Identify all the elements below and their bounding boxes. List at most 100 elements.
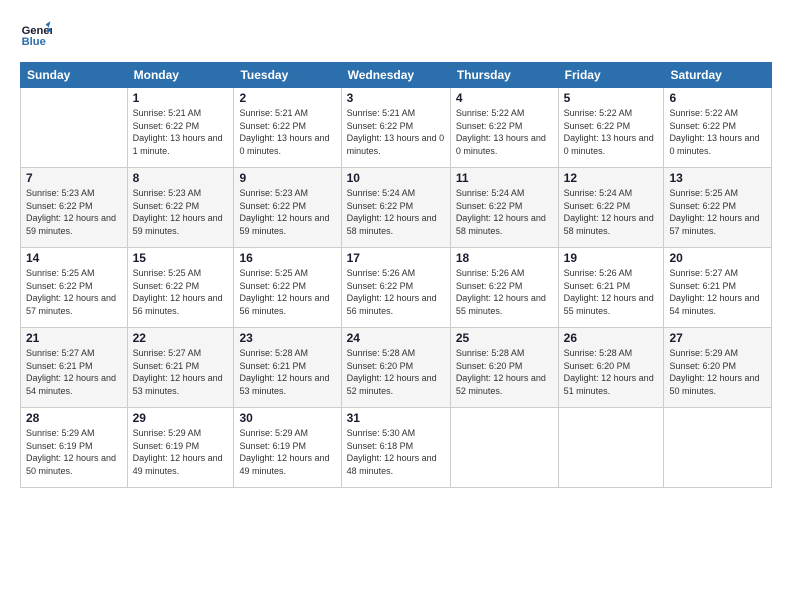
day-number: 20	[669, 251, 766, 265]
weekday-header-sunday: Sunday	[21, 63, 128, 88]
day-cell: 26 Sunrise: 5:28 AMSunset: 6:20 PMDayligh…	[558, 328, 664, 408]
day-cell	[664, 408, 772, 488]
day-number: 8	[133, 171, 229, 185]
day-info: Sunrise: 5:27 AMSunset: 6:21 PMDaylight:…	[133, 347, 229, 397]
day-cell: 24 Sunrise: 5:28 AMSunset: 6:20 PMDayligh…	[341, 328, 450, 408]
day-number: 11	[456, 171, 553, 185]
day-info: Sunrise: 5:29 AMSunset: 6:20 PMDaylight:…	[669, 347, 766, 397]
day-number: 6	[669, 91, 766, 105]
day-number: 7	[26, 171, 122, 185]
day-cell: 11 Sunrise: 5:24 AMSunset: 6:22 PMDayligh…	[450, 168, 558, 248]
day-info: Sunrise: 5:25 AMSunset: 6:22 PMDaylight:…	[669, 187, 766, 237]
day-info: Sunrise: 5:26 AMSunset: 6:22 PMDaylight:…	[456, 267, 553, 317]
day-cell: 29 Sunrise: 5:29 AMSunset: 6:19 PMDayligh…	[127, 408, 234, 488]
week-row-2: 14 Sunrise: 5:25 AMSunset: 6:22 PMDayligh…	[21, 248, 772, 328]
logo: General Blue	[20, 18, 56, 50]
day-info: Sunrise: 5:21 AMSunset: 6:22 PMDaylight:…	[239, 107, 335, 157]
day-cell: 22 Sunrise: 5:27 AMSunset: 6:21 PMDayligh…	[127, 328, 234, 408]
day-number: 31	[347, 411, 445, 425]
week-row-3: 21 Sunrise: 5:27 AMSunset: 6:21 PMDayligh…	[21, 328, 772, 408]
day-number: 9	[239, 171, 335, 185]
day-cell: 16 Sunrise: 5:25 AMSunset: 6:22 PMDayligh…	[234, 248, 341, 328]
day-cell: 27 Sunrise: 5:29 AMSunset: 6:20 PMDayligh…	[664, 328, 772, 408]
day-number: 12	[564, 171, 659, 185]
day-cell: 23Sunrise: 5:28 AMSunset: 6:21 PMDayligh…	[234, 328, 341, 408]
day-number: 28	[26, 411, 122, 425]
calendar-table: SundayMondayTuesdayWednesdayThursdayFrid…	[20, 62, 772, 488]
day-info: Sunrise: 5:28 AMSunset: 6:20 PMDaylight:…	[456, 347, 553, 397]
day-cell	[21, 88, 128, 168]
day-cell	[558, 408, 664, 488]
day-cell: 14 Sunrise: 5:25 AMSunset: 6:22 PMDayligh…	[21, 248, 128, 328]
day-number: 16	[239, 251, 335, 265]
svg-text:Blue: Blue	[22, 36, 46, 48]
day-number: 18	[456, 251, 553, 265]
day-number: 24	[347, 331, 445, 345]
day-number: 10	[347, 171, 445, 185]
day-cell: 10 Sunrise: 5:24 AMSunset: 6:22 PMDayligh…	[341, 168, 450, 248]
day-number: 29	[133, 411, 229, 425]
day-info: Sunrise: 5:26 AMSunset: 6:21 PMDaylight:…	[564, 267, 659, 317]
day-cell: 15 Sunrise: 5:25 AMSunset: 6:22 PMDayligh…	[127, 248, 234, 328]
day-number: 21	[26, 331, 122, 345]
day-cell: 20 Sunrise: 5:27 AMSunset: 6:21 PMDayligh…	[664, 248, 772, 328]
day-info: Sunrise: 5:21 AMSunset: 6:22 PMDaylight:…	[133, 107, 229, 157]
day-cell: 31Sunrise: 5:30 AMSunset: 6:18 PMDayligh…	[341, 408, 450, 488]
day-cell: 13 Sunrise: 5:25 AMSunset: 6:22 PMDayligh…	[664, 168, 772, 248]
day-info: Sunrise: 5:28 AMSunset: 6:20 PMDaylight:…	[564, 347, 659, 397]
header: General Blue	[20, 18, 772, 50]
weekday-header-friday: Friday	[558, 63, 664, 88]
day-number: 5	[564, 91, 659, 105]
weekday-header-monday: Monday	[127, 63, 234, 88]
day-info: Sunrise: 5:27 AMSunset: 6:21 PMDaylight:…	[669, 267, 766, 317]
day-info: Sunrise: 5:25 AMSunset: 6:22 PMDaylight:…	[239, 267, 335, 317]
day-info: Sunrise: 5:25 AMSunset: 6:22 PMDaylight:…	[133, 267, 229, 317]
day-info: Sunrise: 5:27 AMSunset: 6:21 PMDaylight:…	[26, 347, 122, 397]
day-number: 22	[133, 331, 229, 345]
day-info: Sunrise: 5:26 AMSunset: 6:22 PMDaylight:…	[347, 267, 445, 317]
day-number: 3	[347, 91, 445, 105]
day-cell: 28 Sunrise: 5:29 AMSunset: 6:19 PMDayligh…	[21, 408, 128, 488]
day-number: 27	[669, 331, 766, 345]
week-row-1: 7 Sunrise: 5:23 AMSunset: 6:22 PMDaylight…	[21, 168, 772, 248]
day-number: 4	[456, 91, 553, 105]
weekday-header-saturday: Saturday	[664, 63, 772, 88]
day-cell: 7Sunrise: 5:23 AMSunset: 6:22 PMDaylight…	[21, 168, 128, 248]
week-row-4: 28 Sunrise: 5:29 AMSunset: 6:19 PMDayligh…	[21, 408, 772, 488]
day-cell: 21 Sunrise: 5:27 AMSunset: 6:21 PMDayligh…	[21, 328, 128, 408]
day-cell: 4 Sunrise: 5:22 AMSunset: 6:22 PMDaylight…	[450, 88, 558, 168]
day-cell: 25 Sunrise: 5:28 AMSunset: 6:20 PMDayligh…	[450, 328, 558, 408]
day-info: Sunrise: 5:29 AMSunset: 6:19 PMDaylight:…	[239, 427, 335, 477]
day-info: Sunrise: 5:22 AMSunset: 6:22 PMDaylight:…	[564, 107, 659, 157]
day-number: 30	[239, 411, 335, 425]
day-number: 2	[239, 91, 335, 105]
day-info: Sunrise: 5:28 AMSunset: 6:21 PMDaylight:…	[239, 347, 335, 397]
day-info: Sunrise: 5:28 AMSunset: 6:20 PMDaylight:…	[347, 347, 445, 397]
day-info: Sunrise: 5:25 AMSunset: 6:22 PMDaylight:…	[26, 267, 122, 317]
day-cell: 19 Sunrise: 5:26 AMSunset: 6:21 PMDayligh…	[558, 248, 664, 328]
day-cell	[450, 408, 558, 488]
day-info: Sunrise: 5:23 AMSunset: 6:22 PMDaylight:…	[133, 187, 229, 237]
day-info: Sunrise: 5:22 AMSunset: 6:22 PMDaylight:…	[456, 107, 553, 157]
day-cell: 1 Sunrise: 5:21 AMSunset: 6:22 PMDaylight…	[127, 88, 234, 168]
day-number: 25	[456, 331, 553, 345]
day-number: 14	[26, 251, 122, 265]
day-info: Sunrise: 5:23 AMSunset: 6:22 PMDaylight:…	[239, 187, 335, 237]
weekday-header-thursday: Thursday	[450, 63, 558, 88]
day-number: 19	[564, 251, 659, 265]
day-info: Sunrise: 5:24 AMSunset: 6:22 PMDaylight:…	[564, 187, 659, 237]
day-cell: 3 Sunrise: 5:21 AMSunset: 6:22 PMDaylight…	[341, 88, 450, 168]
day-info: Sunrise: 5:29 AMSunset: 6:19 PMDaylight:…	[133, 427, 229, 477]
day-info: Sunrise: 5:21 AMSunset: 6:22 PMDaylight:…	[347, 107, 445, 157]
day-number: 13	[669, 171, 766, 185]
day-number: 26	[564, 331, 659, 345]
day-info: Sunrise: 5:24 AMSunset: 6:22 PMDaylight:…	[347, 187, 445, 237]
day-info: Sunrise: 5:29 AMSunset: 6:19 PMDaylight:…	[26, 427, 122, 477]
day-number: 1	[133, 91, 229, 105]
calendar-container: General Blue SundayMondayTuesdayWednesda…	[0, 0, 792, 498]
day-info: Sunrise: 5:24 AMSunset: 6:22 PMDaylight:…	[456, 187, 553, 237]
week-row-0: 1 Sunrise: 5:21 AMSunset: 6:22 PMDaylight…	[21, 88, 772, 168]
weekday-header-tuesday: Tuesday	[234, 63, 341, 88]
day-number: 15	[133, 251, 229, 265]
day-cell: 17Sunrise: 5:26 AMSunset: 6:22 PMDayligh…	[341, 248, 450, 328]
